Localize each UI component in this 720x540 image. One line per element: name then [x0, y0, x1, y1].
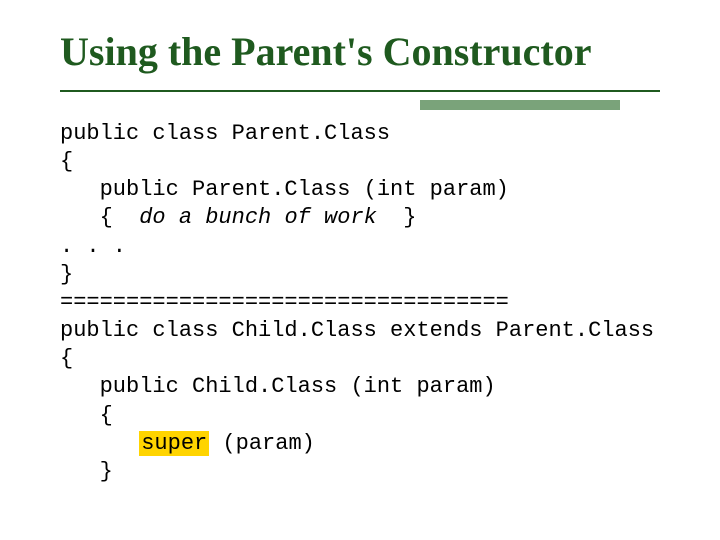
code-italic: do a bunch of work [139, 205, 377, 230]
accent-bar [420, 100, 620, 110]
code-line: } [377, 205, 417, 230]
code-line: { [60, 403, 113, 428]
code-line: } [60, 459, 113, 484]
code-block: public class Parent.Class { public Paren… [60, 120, 654, 486]
code-line: ================================== [60, 290, 509, 315]
code-line: public class Child.Class extends Parent.… [60, 318, 654, 343]
code-highlight: super [139, 431, 209, 456]
code-line: public Child.Class (int param) [60, 374, 496, 399]
slide-title: Using the Parent's Constructor [60, 28, 591, 75]
code-line: { [60, 149, 73, 174]
code-line: { [60, 205, 139, 230]
code-line: public Parent.Class (int param) [60, 177, 509, 202]
code-line [60, 431, 139, 456]
code-line: } [60, 262, 73, 287]
code-line: public class Parent.Class [60, 121, 390, 146]
slide: Using the Parent's Constructor public cl… [0, 0, 720, 540]
code-line: { [60, 346, 73, 371]
code-line: . . . [60, 234, 126, 259]
title-underline [60, 90, 660, 92]
code-line: (param) [209, 431, 315, 456]
